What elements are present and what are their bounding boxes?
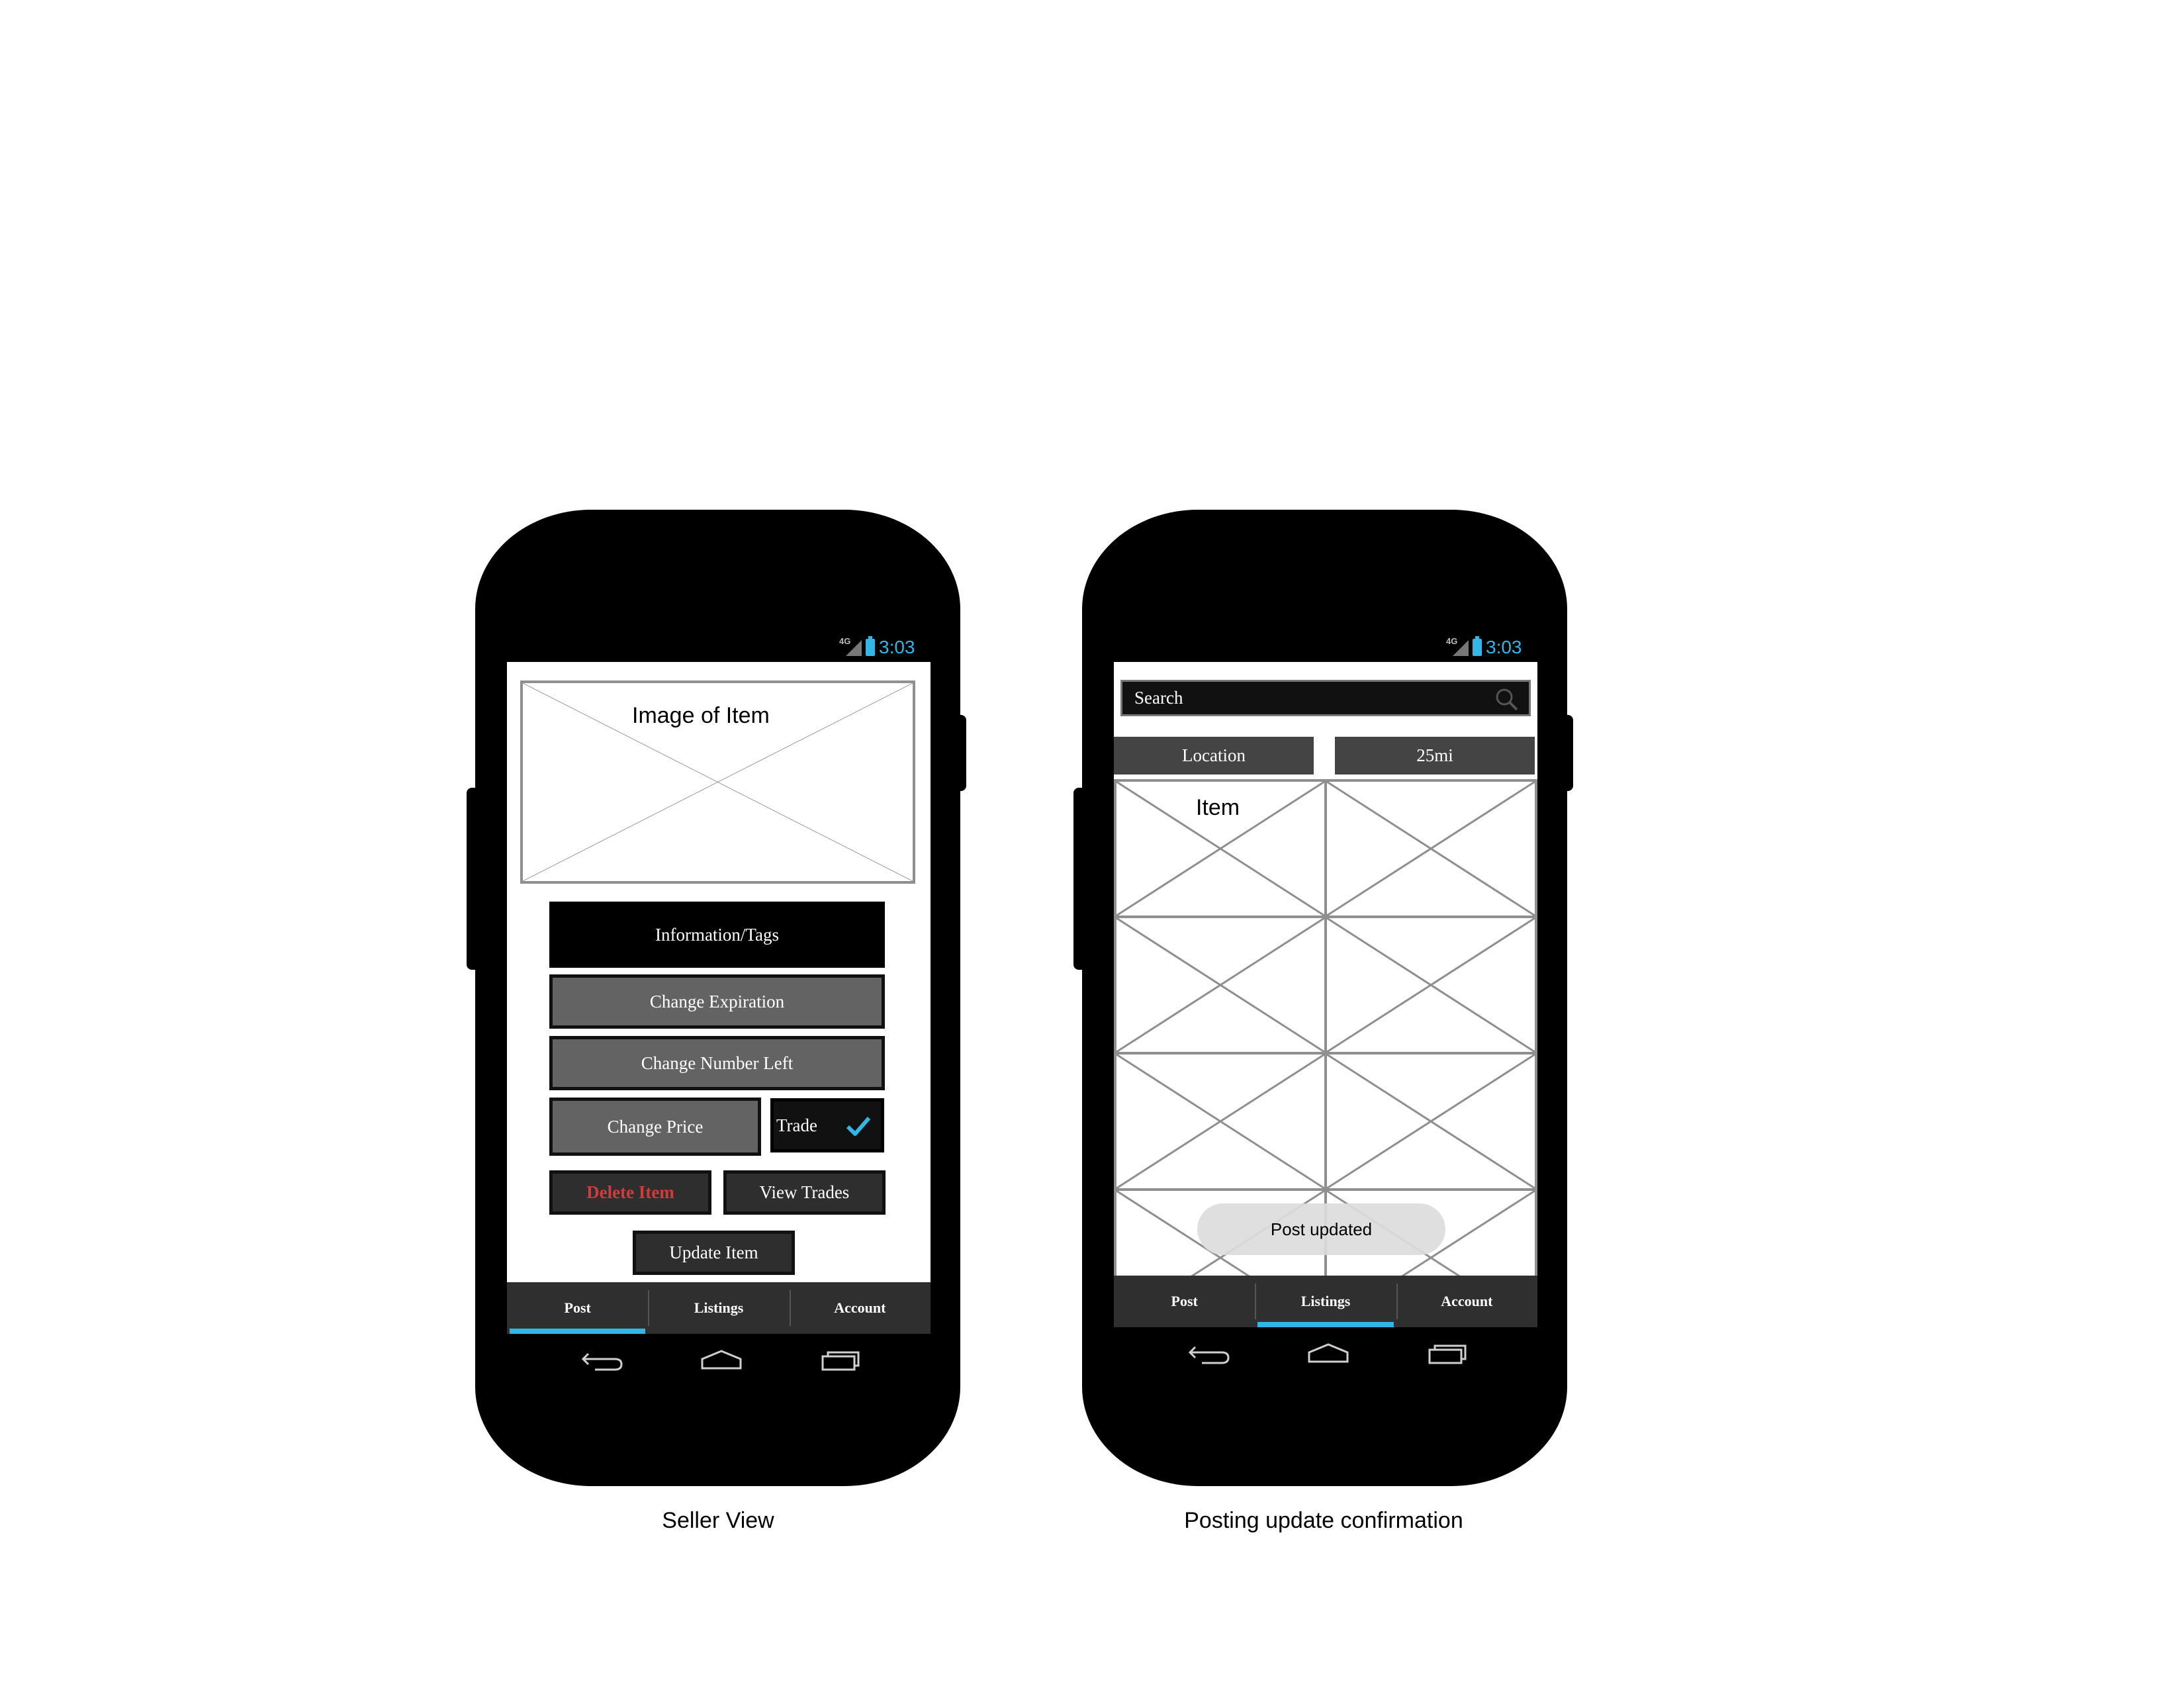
system-nav-bar xyxy=(1150,1327,1507,1380)
tab-account[interactable]: Account xyxy=(789,1282,931,1334)
status-time: 3:03 xyxy=(1486,637,1522,657)
tab-listings-label: Listings xyxy=(694,1299,744,1316)
grid-item-placeholder[interactable] xyxy=(1114,915,1327,1055)
seller-screen: Image of Item Information/Tags Change Ex… xyxy=(507,662,931,1334)
grid-item-placeholder[interactable] xyxy=(1324,779,1537,918)
tab-listings[interactable]: Listings xyxy=(1255,1276,1396,1327)
grid-item-label: Item xyxy=(1196,795,1240,820)
listings-screen: Search Location 25mi Item Post updated P… xyxy=(1114,662,1537,1327)
distance-button[interactable]: 25mi xyxy=(1335,737,1535,774)
back-icon[interactable] xyxy=(1150,1327,1269,1380)
tab-post-label: Post xyxy=(564,1299,591,1316)
status-bar: 4G 3:03 xyxy=(1446,634,1522,661)
signal-icon: 4G xyxy=(1446,636,1469,657)
tab-listings[interactable]: Listings xyxy=(648,1282,789,1334)
home-icon[interactable] xyxy=(1269,1327,1388,1380)
active-tab-indicator xyxy=(510,1329,646,1334)
seller-view-caption: Seller View xyxy=(662,1508,774,1533)
change-number-left-button[interactable]: Change Number Left xyxy=(549,1036,885,1090)
recent-apps-icon[interactable] xyxy=(1388,1327,1507,1380)
tab-account-label: Account xyxy=(834,1299,886,1316)
status-bar: 4G 3:03 xyxy=(839,634,915,661)
view-trades-button[interactable]: View Trades xyxy=(723,1170,886,1215)
tab-post[interactable]: Post xyxy=(507,1282,648,1334)
location-button[interactable]: Location xyxy=(1114,737,1314,774)
bottom-tab-bar: Post Listings Account xyxy=(1114,1276,1537,1327)
back-icon[interactable] xyxy=(543,1334,662,1387)
delete-item-button[interactable]: Delete Item xyxy=(549,1170,711,1215)
information-tags-button[interactable]: Information/Tags xyxy=(549,902,885,968)
change-expiration-button[interactable]: Change Expiration xyxy=(549,974,885,1029)
active-tab-indicator xyxy=(1257,1322,1394,1327)
grid-item-placeholder[interactable] xyxy=(1114,1052,1327,1191)
update-item-button[interactable]: Update Item xyxy=(633,1231,795,1275)
signal-icon: 4G xyxy=(839,636,862,657)
grid-item-placeholder[interactable] xyxy=(1324,1052,1537,1191)
image-placeholder-label: Image of Item xyxy=(632,703,770,728)
grid-item-placeholder[interactable]: Item xyxy=(1114,779,1327,918)
post-updated-toast: Post updated xyxy=(1197,1203,1445,1255)
tab-account[interactable]: Account xyxy=(1396,1276,1537,1327)
item-image-placeholder[interactable]: Image of Item xyxy=(520,680,915,884)
trade-label: Trade xyxy=(776,1115,818,1135)
bottom-tab-bar: Post Listings Account xyxy=(507,1282,931,1334)
search-placeholder: Search xyxy=(1134,688,1183,708)
tab-listings-label: Listings xyxy=(1300,1293,1351,1309)
trade-toggle[interactable]: Trade xyxy=(770,1098,884,1152)
status-time: 3:03 xyxy=(879,637,915,657)
tab-post-label: Post xyxy=(1171,1293,1198,1309)
grid-item-placeholder[interactable] xyxy=(1324,915,1537,1055)
tab-post[interactable]: Post xyxy=(1114,1276,1255,1327)
battery-icon xyxy=(866,636,875,656)
confirmation-view-caption: Posting update confirmation xyxy=(1184,1508,1463,1533)
tab-account-label: Account xyxy=(1441,1293,1493,1309)
search-input[interactable]: Search xyxy=(1120,680,1531,716)
home-icon[interactable] xyxy=(662,1334,781,1387)
battery-icon xyxy=(1473,636,1482,656)
recent-apps-icon[interactable] xyxy=(781,1334,900,1387)
change-price-button[interactable]: Change Price xyxy=(549,1098,761,1156)
checkmark-icon[interactable] xyxy=(845,1115,872,1139)
system-nav-bar xyxy=(543,1334,900,1387)
search-icon[interactable] xyxy=(1494,687,1520,712)
